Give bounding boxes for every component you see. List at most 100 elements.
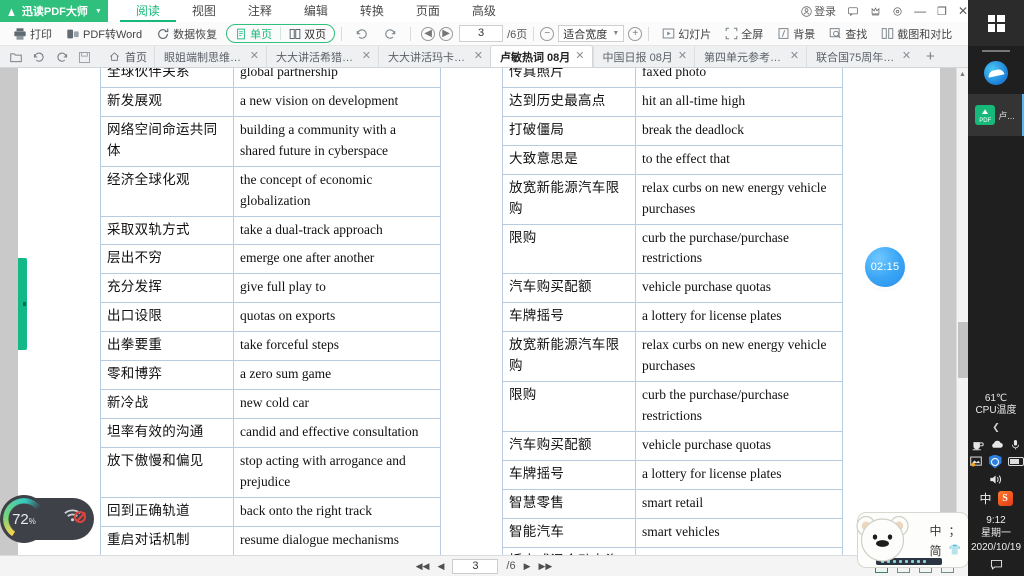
coffee-icon[interactable]: [971, 438, 984, 451]
first-page-icon[interactable]: ◀◀: [416, 561, 430, 572]
redo-icon[interactable]: [55, 51, 69, 64]
document-scrollbar[interactable]: ▲: [956, 68, 968, 555]
term-chinese: 新冷战: [100, 389, 234, 419]
term-chinese: 车牌摇号: [502, 459, 636, 490]
last-page-icon[interactable]: ▶▶: [539, 561, 553, 572]
page-number-input[interactable]: 3: [459, 25, 504, 42]
menu-item-annotate[interactable]: 注释: [232, 0, 288, 22]
vip-icon[interactable]: [870, 6, 881, 17]
term-chinese: 打破僵局: [502, 115, 636, 146]
tab-document-6[interactable]: 第四单元参考译文 ✕: [694, 46, 806, 67]
background-button[interactable]: 背景: [770, 24, 822, 44]
term-english: break the deadlock: [635, 115, 843, 146]
tab-document-5[interactable]: 中国日报 08月 ✕: [592, 46, 695, 67]
menu-item-convert[interactable]: 转换: [344, 0, 400, 22]
close-icon[interactable]: ✕: [250, 51, 259, 62]
gear-icon[interactable]: [892, 6, 903, 17]
tab-document-3[interactable]: 大大讲活玛卡巴卡 ʼ ✕: [378, 46, 490, 67]
open-folder-icon[interactable]: [9, 51, 23, 64]
status-page-input[interactable]: 3: [452, 558, 499, 574]
sogou-ime-icon[interactable]: S: [997, 490, 1013, 506]
fullscreen-button[interactable]: 全屏: [718, 24, 770, 44]
photo-icon[interactable]: [969, 455, 983, 468]
previous-page-icon[interactable]: ◀: [421, 26, 436, 41]
document-viewport[interactable]: 全球伙伴关系 global partnership 新发展观 a new visio…: [0, 68, 968, 555]
menu-item-edit[interactable]: 编辑: [288, 0, 344, 22]
minimize-button[interactable]: —: [914, 4, 926, 18]
term-chinese: 坦率有效的沟通: [100, 417, 234, 448]
term-english: relax curbs on new energy vehicle purcha…: [635, 173, 843, 225]
volume-icon[interactable]: [988, 473, 1004, 486]
cloud-icon[interactable]: [990, 438, 1004, 451]
taskbar-app-pdf-reader[interactable]: PDF 卢...: [968, 94, 1024, 136]
battery-icon[interactable]: [1007, 457, 1024, 466]
undo-icon[interactable]: [32, 51, 46, 64]
menu-item-page[interactable]: 页面: [400, 0, 456, 22]
table-row: 打破僵局 break the deadlock: [502, 115, 843, 146]
table-row: 车牌摇号 a lottery for license plates: [502, 302, 843, 333]
wifi-disabled-icon[interactable]: [63, 508, 86, 528]
pdf-to-word-button[interactable]: PDF转Word: [59, 24, 149, 44]
ime-language-indicator[interactable]: 中: [979, 490, 991, 507]
data-recovery-button[interactable]: 数据恢复: [149, 24, 224, 44]
term-english: new cold car: [233, 389, 441, 419]
cpu-temperature-widget[interactable]: 61℃ CPU温度: [968, 393, 1024, 420]
menu-item-advanced[interactable]: 高级: [456, 0, 512, 22]
term-english: stop acting with arrogance and prejudice: [233, 446, 441, 498]
close-button[interactable]: ✕: [958, 4, 968, 18]
close-icon[interactable]: ✕: [902, 51, 911, 62]
ime-punctuation-toggle[interactable]: ；: [949, 522, 961, 539]
zoom-in-icon[interactable]: +: [628, 26, 643, 41]
chevron-down-icon[interactable]: ▼: [95, 8, 102, 15]
screenshot-compare-button[interactable]: 截图和对比: [874, 24, 959, 44]
zoom-level-select[interactable]: 适合宽度 ▼: [558, 25, 625, 42]
close-icon[interactable]: ✕: [790, 51, 799, 62]
taskbar-clock[interactable]: 9:12 星期一 2020/10/19: [968, 509, 1024, 559]
skin-icon[interactable]: 👕: [949, 545, 961, 556]
close-icon[interactable]: ✕: [575, 51, 584, 62]
slideshow-button[interactable]: 幻灯片: [655, 24, 718, 44]
taskbar-app-edge[interactable]: [968, 52, 1024, 94]
term-english: smart vehicles: [635, 517, 843, 548]
timer-bubble[interactable]: 02:15: [865, 247, 905, 287]
close-icon[interactable]: ✕: [678, 51, 687, 62]
notification-center-button[interactable]: [968, 558, 1024, 576]
find-button[interactable]: 查找: [822, 24, 874, 44]
tab-document-2[interactable]: 大大讲活希猎进嗹... ✕: [266, 46, 378, 67]
tab-document-4-active[interactable]: 卢敏热词 08月 ✕: [490, 45, 593, 67]
menu-item-read[interactable]: 阅读: [119, 0, 176, 22]
ime-shape-toggle[interactable]: 简: [930, 542, 942, 559]
next-page-icon[interactable]: ▶: [439, 26, 454, 41]
previous-page-icon[interactable]: ◀: [437, 561, 444, 572]
rotate-counterclockwise-icon[interactable]: [376, 27, 404, 41]
menu-item-view[interactable]: 视图: [176, 0, 232, 22]
single-page-button[interactable]: 单页: [227, 25, 280, 42]
next-page-icon[interactable]: ▶: [524, 561, 531, 572]
term-english: smart retail: [635, 488, 843, 519]
rotate-clockwise-icon[interactable]: [348, 27, 376, 41]
ime-language-toggle[interactable]: 中: [930, 522, 942, 539]
start-button[interactable]: [968, 0, 1024, 46]
close-icon[interactable]: ✕: [474, 51, 483, 62]
save-icon[interactable]: [78, 51, 91, 64]
print-button[interactable]: 打印: [6, 24, 59, 44]
double-page-button[interactable]: 双页: [281, 25, 334, 42]
chevron-down-icon: ▼: [612, 30, 620, 37]
tab-document-1[interactable]: 眼姐端制思维导图... ✕: [154, 46, 266, 67]
app-brand[interactable]: ▲ 迅读PDF大师 ▼: [0, 0, 108, 22]
close-icon[interactable]: ✕: [362, 51, 371, 62]
tab-document-7[interactable]: 联合国75周年讲话... ✕: [806, 46, 918, 67]
login-button[interactable]: 登录: [801, 3, 836, 19]
feedback-icon[interactable]: [847, 6, 859, 17]
new-tab-button[interactable]: +: [918, 48, 943, 67]
microphone-icon[interactable]: [1010, 438, 1021, 451]
scroll-up-icon[interactable]: ▲: [957, 68, 968, 80]
tab-home[interactable]: 首页: [100, 46, 154, 67]
performance-widget[interactable]: 72%: [0, 495, 94, 543]
chevron-left-icon[interactable]: ❮: [968, 420, 1024, 436]
home-icon: [110, 52, 119, 61]
scrollbar-thumb[interactable]: [958, 322, 968, 378]
maximize-button[interactable]: ❐: [937, 5, 947, 18]
zoom-out-icon[interactable]: −: [540, 26, 555, 41]
security-shield-icon[interactable]: [988, 454, 1002, 469]
